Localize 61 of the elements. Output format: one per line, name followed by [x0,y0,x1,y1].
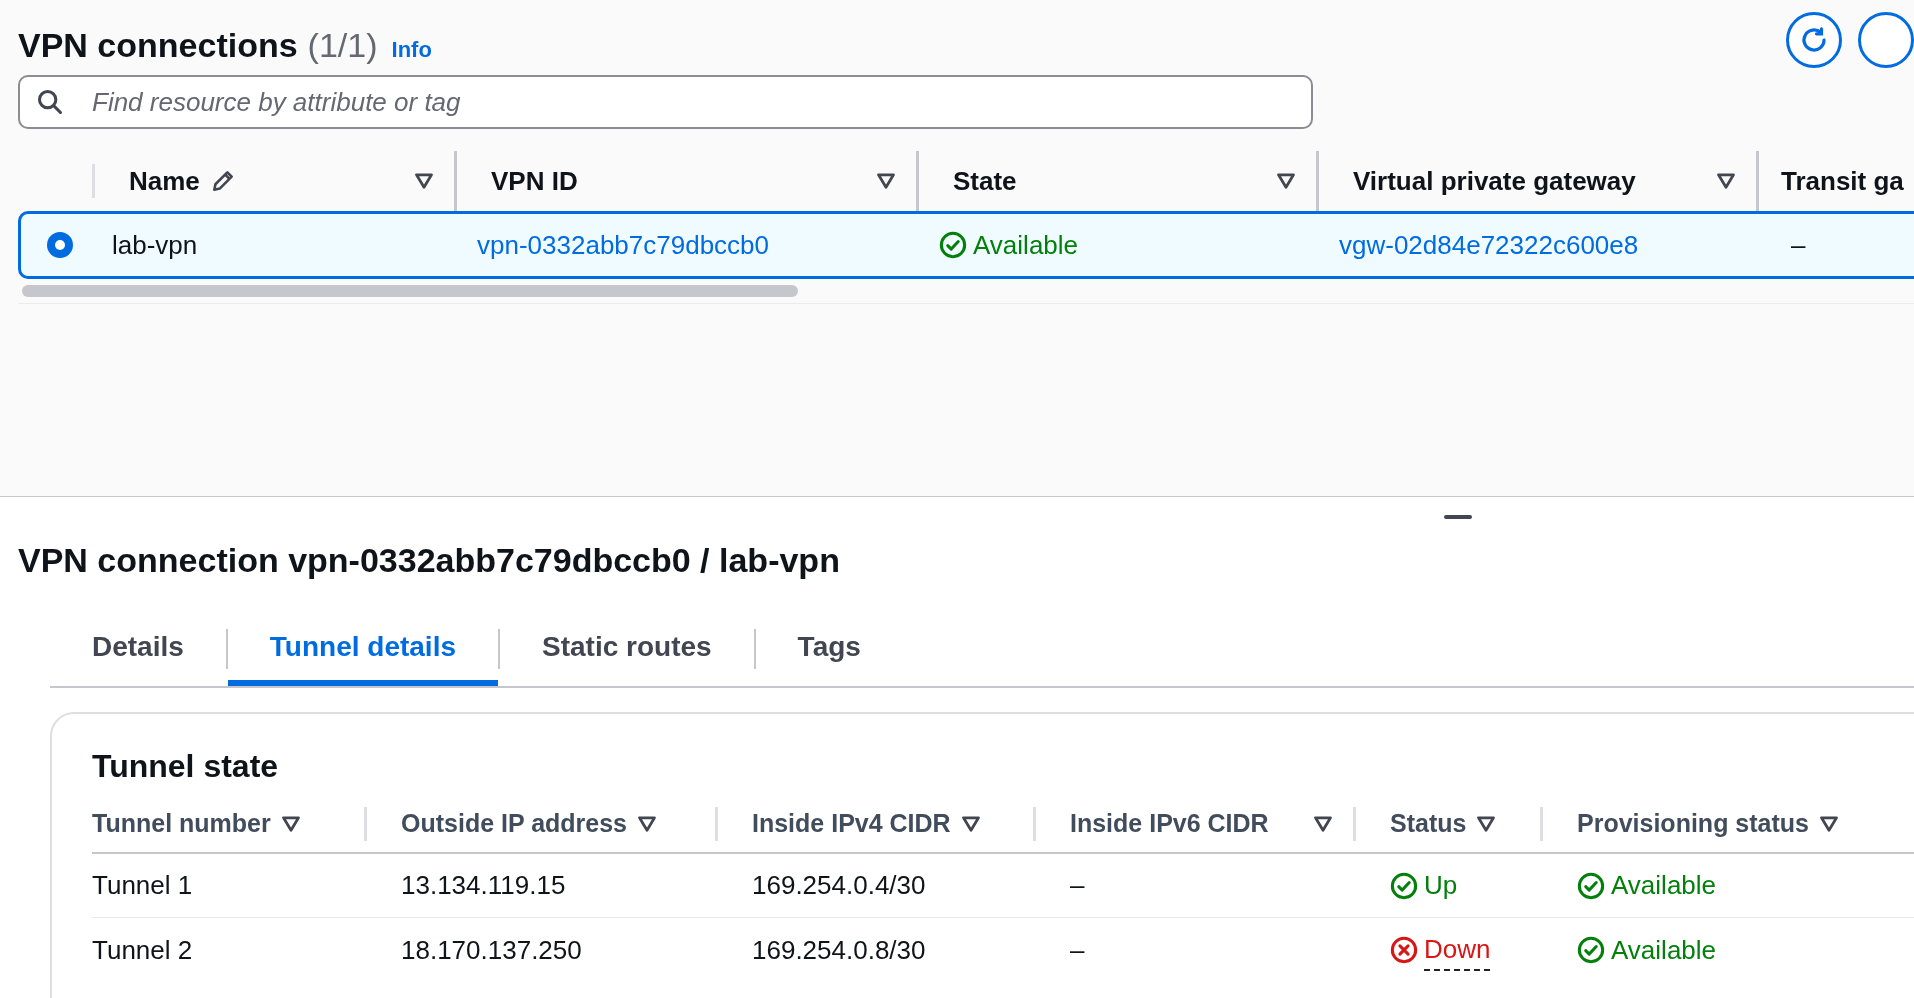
filter-icon[interactable] [1819,814,1839,834]
page-title: VPN connections [18,25,298,66]
status-text: Available [1611,869,1717,902]
tab[interactable]: Static routes [500,622,754,686]
status-text: Available [973,228,1079,262]
search-field[interactable]: Find resource by attribute or tag [18,75,1313,129]
status-text: Up [1424,869,1458,902]
vpn-id-link[interactable]: vpn-0332abb7c79dbccb0 [477,229,770,260]
filter-icon[interactable] [280,814,301,834]
table-cell: Tunnel 2 [92,934,193,965]
refresh-button[interactable] [1786,12,1842,68]
table-cell: 169.254.0.8/30 [752,934,926,965]
count-text: (1/1) [307,25,378,66]
table-cell: lab-vpn [112,229,198,260]
column-header: VPN ID [491,164,578,198]
detail-title: VPN connection vpn-0332abb7c79dbccb0 / lab-vpn [18,540,841,581]
table-cell: – [1070,870,1085,900]
table-cell: – [1070,934,1085,965]
column-header: Virtual private gateway [1353,164,1636,198]
action-button[interactable] [1858,12,1914,68]
table-cell: 18.170.137.250 [401,934,582,965]
column-header: Inside IPv4 CIDR [752,808,951,840]
table-cell: Tunnel 1 [92,870,193,900]
column-header: Inside IPv6 CIDR [1070,808,1269,840]
check-circle-icon [1390,871,1418,900]
column-header: Outside IP address [401,808,627,840]
column-header: Name [129,164,200,198]
column-header: Transit ga [1781,164,1904,198]
scrollbar[interactable] [22,285,798,297]
filter-icon[interactable] [1716,171,1736,191]
column-header: Tunnel number [92,808,271,840]
status-text: Available [1611,933,1717,967]
tab[interactable]: Tunnel details [227,622,498,686]
card-title: Tunnel state [92,747,280,786]
gateway-link[interactable]: vgw-02d84e72322c600e8 [1339,229,1639,260]
check-circle-icon [939,231,967,259]
check-circle-icon [1577,936,1605,964]
x-circle-icon [1390,936,1418,964]
column-header: Provisioning status [1577,808,1809,840]
resize-handle[interactable] [1444,515,1472,519]
filter-icon[interactable] [876,171,896,191]
table-cell: – [1791,229,1806,260]
filter-icon[interactable] [637,814,657,834]
filter-icon[interactable] [960,814,981,834]
tab[interactable]: Tags [755,622,903,686]
column-header: Status [1390,808,1467,840]
info-link[interactable]: Info [391,33,432,66]
table-row[interactable]: lab-vpn vpn-0332abb7c79dbccb0 Available vgw-02d84e72322c600e8 – [18,211,1914,279]
status-text: Down [1424,929,1491,971]
table-cell: 169.254.0.4/30 [752,870,926,900]
filter-icon[interactable] [1313,814,1333,834]
filter-icon[interactable] [1476,814,1497,834]
search-icon [36,88,64,116]
check-circle-icon [1577,871,1605,900]
radio-button[interactable] [46,232,73,258]
column-header: State [953,164,1017,198]
tab[interactable]: Details [50,622,226,686]
refresh-icon [1799,25,1829,55]
table-cell: 13.134.119.15 [401,870,566,900]
filter-icon[interactable] [414,171,434,191]
filter-icon[interactable] [1276,171,1296,191]
